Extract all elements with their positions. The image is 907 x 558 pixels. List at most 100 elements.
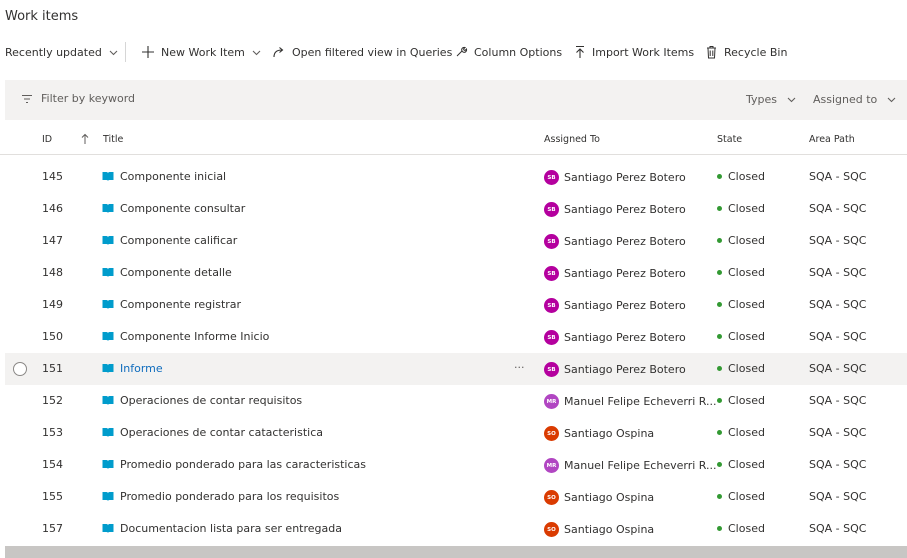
avatar: SB [544,362,559,377]
user-story-book-icon [102,364,114,373]
row-state: Closed [717,362,765,375]
row-title-text[interactable]: Promedio ponderado para las caracteristi… [120,458,366,471]
table-row[interactable]: 145 Componente inicial SB Santiago Perez Bo… [5,161,907,193]
row-select-radio[interactable] [13,362,27,376]
row-title[interactable]: Promedio ponderado para las caracteristi… [102,458,366,471]
row-id: 153 [42,426,63,439]
table-row[interactable]: 150 Componente Informe Inicio SB Santiago P… [5,321,907,353]
row-title-text[interactable]: Promedio ponderado para los requisitos [120,490,339,503]
column-header-state[interactable]: State [717,134,742,145]
row-id: 148 [42,266,63,279]
row-id: 150 [42,330,63,343]
types-filter-dropdown[interactable]: Types [746,93,797,106]
row-title-text[interactable]: Operaciones de contar requisitos [120,394,302,407]
table-row[interactable]: 149 Componente registrar SB Santiago Perez … [5,289,907,321]
row-state: Closed [717,298,765,311]
row-assigned-to: SO Santiago Ospina [544,490,654,505]
row-area-path: SQA - SQC [809,170,867,183]
row-assigned-to: SB Santiago Perez Botero [544,330,686,345]
table-row[interactable]: 152 Operaciones de contar requisitos MR Man… [5,385,907,417]
column-header-assigned-to[interactable]: Assigned To [544,134,600,145]
assigned-name: Manuel Felipe Echeverri R... [564,395,717,408]
row-area-path: SQA - SQC [809,458,867,471]
row-state: Closed [717,170,765,183]
table-row[interactable]: 148 Componente detalle SB Santiago Perez Bo… [5,257,907,289]
user-story-book-icon [102,268,114,277]
row-area-path: SQA - SQC [809,298,867,311]
table-row[interactable]: 153 Operaciones de contar catacteristica S… [5,417,907,449]
row-title[interactable]: Documentacion lista para ser entregada [102,522,342,535]
open-in-queries-button[interactable]: Open filtered view in Queries [272,45,452,59]
user-story-book-icon [102,204,114,213]
row-more-actions-button[interactable]: ··· [514,361,525,374]
state-label: Closed [728,234,765,247]
avatar: SB [544,202,559,217]
row-title-text[interactable]: Componente consultar [120,202,245,215]
assigned-name: Santiago Ospina [564,523,655,536]
row-id: 149 [42,298,63,311]
assigned-name: Santiago Perez Botero [564,267,686,280]
row-title-text[interactable]: Operaciones de contar catacteristica [120,426,323,439]
new-work-item-button[interactable]: New Work Item [141,45,262,59]
row-title[interactable]: Componente detalle [102,266,232,279]
row-id: 157 [42,522,63,535]
state-closed-dot-icon [717,270,722,275]
row-title-text[interactable]: Documentacion lista para ser entregada [120,522,342,535]
row-title[interactable]: Componente inicial [102,170,226,183]
row-title[interactable]: Operaciones de contar requisitos [102,394,302,407]
horizontal-scrollbar[interactable] [5,546,907,558]
avatar: MR [544,394,559,409]
table-row[interactable]: 157 Documentacion lista para ser entregad… [5,513,907,545]
keyword-filter[interactable]: Filter by keyword [21,92,135,105]
row-title[interactable]: Operaciones de contar catacteristica [102,426,323,439]
row-title-text[interactable]: Informe [120,362,163,375]
column-header-area-path[interactable]: Area Path [809,134,855,145]
table-row[interactable]: 151 Informe ··· SB Santiago Perez Botero Clos… [5,353,907,385]
row-assigned-to: SB Santiago Perez Botero [544,266,686,281]
state-label: Closed [728,266,765,279]
assigned-name: Santiago Perez Botero [564,171,686,184]
row-title[interactable]: Componente Informe Inicio [102,330,269,343]
row-state: Closed [717,426,765,439]
column-header-title[interactable]: Title [103,134,123,145]
row-area-path: SQA - SQC [809,394,867,407]
import-work-items-button[interactable]: Import Work Items [574,45,694,59]
row-id: 151 [42,362,63,375]
row-id: 152 [42,394,63,407]
table-row[interactable]: 147 Componente calificar SB Santiago Perez … [5,225,907,257]
row-title[interactable]: Promedio ponderado para los requisitos [102,490,339,503]
state-label: Closed [728,330,765,343]
assigned-name: Santiago Perez Botero [564,363,686,376]
wrench-icon [456,46,468,57]
user-story-book-icon [102,236,114,245]
table-row[interactable]: 155 Promedio ponderado para los requisito… [5,481,907,513]
column-options-button[interactable]: Column Options [454,45,562,59]
recently-updated-dropdown[interactable]: Recently updated [5,46,119,59]
row-state: Closed [717,490,765,503]
assigned-name: Santiago Ospina [564,491,655,504]
row-title[interactable]: Informe [102,362,163,375]
row-title-text[interactable]: Componente inicial [120,170,226,183]
row-title-text[interactable]: Componente calificar [120,234,237,247]
assigned-to-filter-dropdown[interactable]: Assigned to [813,93,897,106]
row-title[interactable]: Componente consultar [102,202,245,215]
row-area-path: SQA - SQC [809,234,867,247]
table-row[interactable]: 146 Componente consultar SB Santiago Perez … [5,193,907,225]
row-title[interactable]: Componente calificar [102,234,237,247]
user-story-book-icon [102,492,114,501]
recycle-bin-button[interactable]: Recycle Bin [705,45,787,59]
row-title-text[interactable]: Componente Informe Inicio [120,330,269,343]
avatar: SB [544,330,559,345]
row-assigned-to: SB Santiago Perez Botero [544,170,686,185]
sort-ascending-icon[interactable] [81,133,89,145]
assigned-name: Santiago Perez Botero [564,203,686,216]
avatar: SO [544,426,559,441]
row-title[interactable]: Componente registrar [102,298,241,311]
table-row[interactable]: 154 Promedio ponderado para las caracteri… [5,449,907,481]
assigned-name: Santiago Perez Botero [564,331,686,344]
column-header-id[interactable]: ID [42,134,52,145]
avatar: MR [544,458,559,473]
row-title-text[interactable]: Componente registrar [120,298,241,311]
row-title-text[interactable]: Componente detalle [120,266,232,279]
state-closed-dot-icon [717,366,722,371]
